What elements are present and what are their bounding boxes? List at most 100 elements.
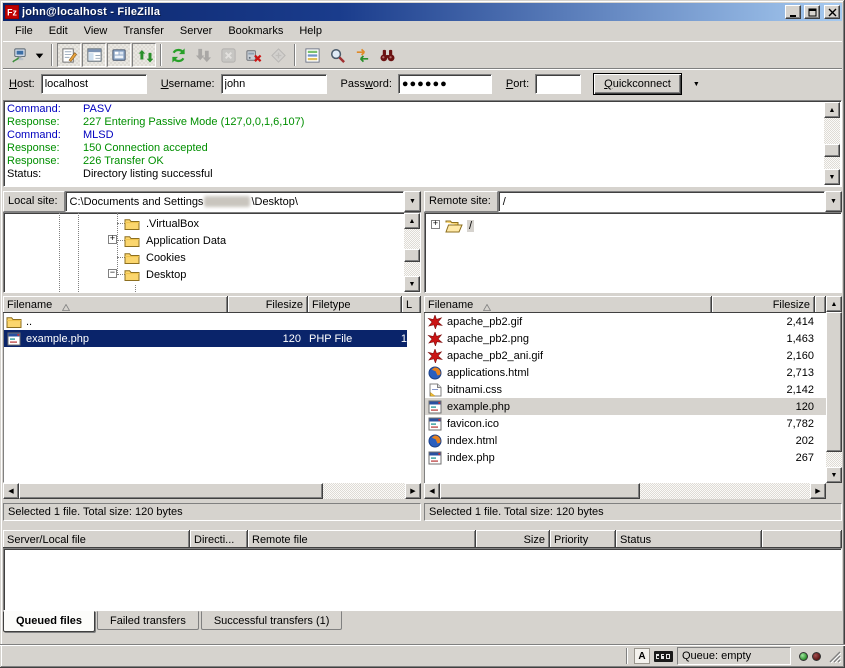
host-input[interactable] [41,74,147,94]
local-tree-scroll-down-button[interactable]: ▼ [404,276,420,292]
quickconnect-button[interactable]: Quickconnect [593,73,682,95]
local-site-path-combo[interactable]: C:\Documents and Settings\Desktop\ [65,191,404,212]
title-bar[interactable]: Fz john@localhost - FileZilla [3,3,842,21]
remote-status-bar: Selected 1 file. Total size: 120 bytes [424,503,842,521]
queue-column-remote-file[interactable]: Remote file [248,530,476,548]
filter-button[interactable] [300,43,324,67]
cancel-operation-button[interactable] [216,43,240,67]
tree-item-label: Cookies [144,252,188,264]
log-scroll-thumb[interactable] [824,144,840,157]
remote-scroll-down-button[interactable]: ▼ [826,467,842,483]
remote-directory-tree[interactable]: +/ [424,212,842,293]
disconnect-button[interactable] [241,43,265,67]
local-site-dropdown-button[interactable]: ▼ [404,191,421,212]
local-tree-scroll-thumb[interactable] [404,249,420,262]
expand-plus-icon[interactable]: + [108,235,117,244]
local-directory-tree[interactable]: .VirtualBox + Application Data Cookies −Desk… [3,212,421,293]
synchronized-browsing-button[interactable] [350,43,374,67]
site-manager-dropdown-button[interactable] [32,43,47,67]
column-header-filename[interactable]: Filename [424,296,712,313]
minimize-button[interactable] [785,5,801,19]
tab-successful-transfers-1-[interactable]: Successful transfers (1) [201,611,343,630]
remote-site-dropdown-button[interactable]: ▼ [825,191,842,212]
remote-hscroll-thumb[interactable] [440,483,640,499]
file-row[interactable]: bitnami.css2,142 [425,381,826,398]
remote-hscroll-left-button[interactable]: ◀ [424,483,440,499]
directory-comparison-button[interactable] [325,43,349,67]
queue-column-priority[interactable]: Priority [550,530,616,548]
menu-item-bookmarks[interactable]: Bookmarks [220,22,291,40]
remote-scroll-up-button[interactable]: ▲ [826,296,842,312]
refresh-button[interactable] [166,43,190,67]
menu-item-help[interactable]: Help [291,22,330,40]
quickconnect-dropdown-button[interactable]: ▼ [688,73,705,95]
column-header-l[interactable]: L [402,296,421,313]
tree-item--virtualbox[interactable]: .VirtualBox [124,215,201,232]
remote-site-path-combo[interactable]: / [498,191,825,212]
queue-column-server-local-file[interactable]: Server/Local file [3,530,190,548]
remote-scroll-thumb[interactable] [826,312,842,452]
remote-hscroll-right-button[interactable]: ▶ [810,483,826,499]
menu-item-view[interactable]: View [76,22,116,40]
reconnect-button[interactable] [266,43,290,67]
process-queue-button[interactable] [191,43,215,67]
queue-column-status[interactable]: Status [616,530,762,548]
collapse-minus-icon[interactable]: − [108,269,117,278]
column-header-filename[interactable]: Filename [3,296,228,313]
speed-limits-icon[interactable] [654,651,673,662]
php-file-icon [6,332,22,346]
toggle-queue-button[interactable] [132,43,156,67]
toggle-message-log-button[interactable] [57,43,81,67]
column-header-filesize[interactable]: Filesize [712,296,815,313]
remote-site-row: Remote site: / ▼ [424,191,842,212]
maximize-button[interactable] [804,5,820,19]
menu-item-edit[interactable]: Edit [41,22,76,40]
file-size: 2,414 [726,316,826,328]
tree-item-root[interactable]: / [445,217,474,234]
password-input[interactable] [398,74,492,94]
log-scroll-up-button[interactable]: ▲ [824,102,840,118]
tree-item-cookies[interactable]: Cookies [124,249,188,266]
tab-queued-files[interactable]: Queued files [3,611,95,632]
port-input[interactable] [535,74,581,94]
file-row[interactable]: .. [4,313,420,330]
toggle-remote-tree-button[interactable] [107,43,131,67]
menu-item-transfer[interactable]: Transfer [115,22,172,40]
file-row[interactable]: example.php120 [425,398,826,415]
menu-item-server[interactable]: Server [172,22,220,40]
file-row[interactable]: apache_pb2.png1,463 [425,330,826,347]
toggle-local-tree-button[interactable] [82,43,106,67]
find-files-button[interactable] [375,43,399,67]
file-row[interactable]: index.html202 [425,432,826,449]
resize-grip[interactable] [827,649,841,663]
tree-item-application-data[interactable]: Application Data [124,232,228,249]
file-row[interactable]: favicon.ico7,782 [425,415,826,432]
site-manager-button[interactable] [7,43,31,67]
log-scroll-down-button[interactable]: ▼ [824,169,840,185]
transfer-type-indicator-icon[interactable]: A [634,648,650,664]
cancel-operation-icon [220,47,237,64]
message-log: Command:PASVResponse:227 Entering Passiv… [3,100,842,187]
username-input[interactable] [221,74,327,94]
file-row[interactable]: apache_pb2.gif2,414 [425,313,826,330]
file-row[interactable]: example.php120PHP File1 [4,330,407,347]
expand-plus-icon[interactable]: + [431,220,440,229]
column-header-filesize[interactable]: Filesize [228,296,308,313]
local-tree-scroll-up-button[interactable]: ▲ [404,213,420,229]
queue-column-size[interactable]: Size [476,530,550,548]
tree-item-desktop[interactable]: Desktop [124,266,188,283]
file-row[interactable]: apache_pb2_ani.gif2,160 [425,347,826,364]
column-header-filetype[interactable]: Filetype [308,296,402,313]
toggle-queue-icon [136,47,153,64]
file-name: apache_pb2.gif [447,316,726,328]
tree-guide-line [59,213,60,292]
tab-failed-transfers[interactable]: Failed transfers [97,611,199,630]
menu-item-file[interactable]: File [7,22,41,40]
local-hscroll-thumb[interactable] [19,483,323,499]
local-hscroll-right-button[interactable]: ▶ [405,483,421,499]
local-hscroll-left-button[interactable]: ◀ [3,483,19,499]
queue-column-directi-[interactable]: Directi... [190,530,248,548]
file-row[interactable]: applications.html2,713 [425,364,826,381]
file-row[interactable]: index.php267 [425,449,826,466]
close-button[interactable] [824,5,840,19]
